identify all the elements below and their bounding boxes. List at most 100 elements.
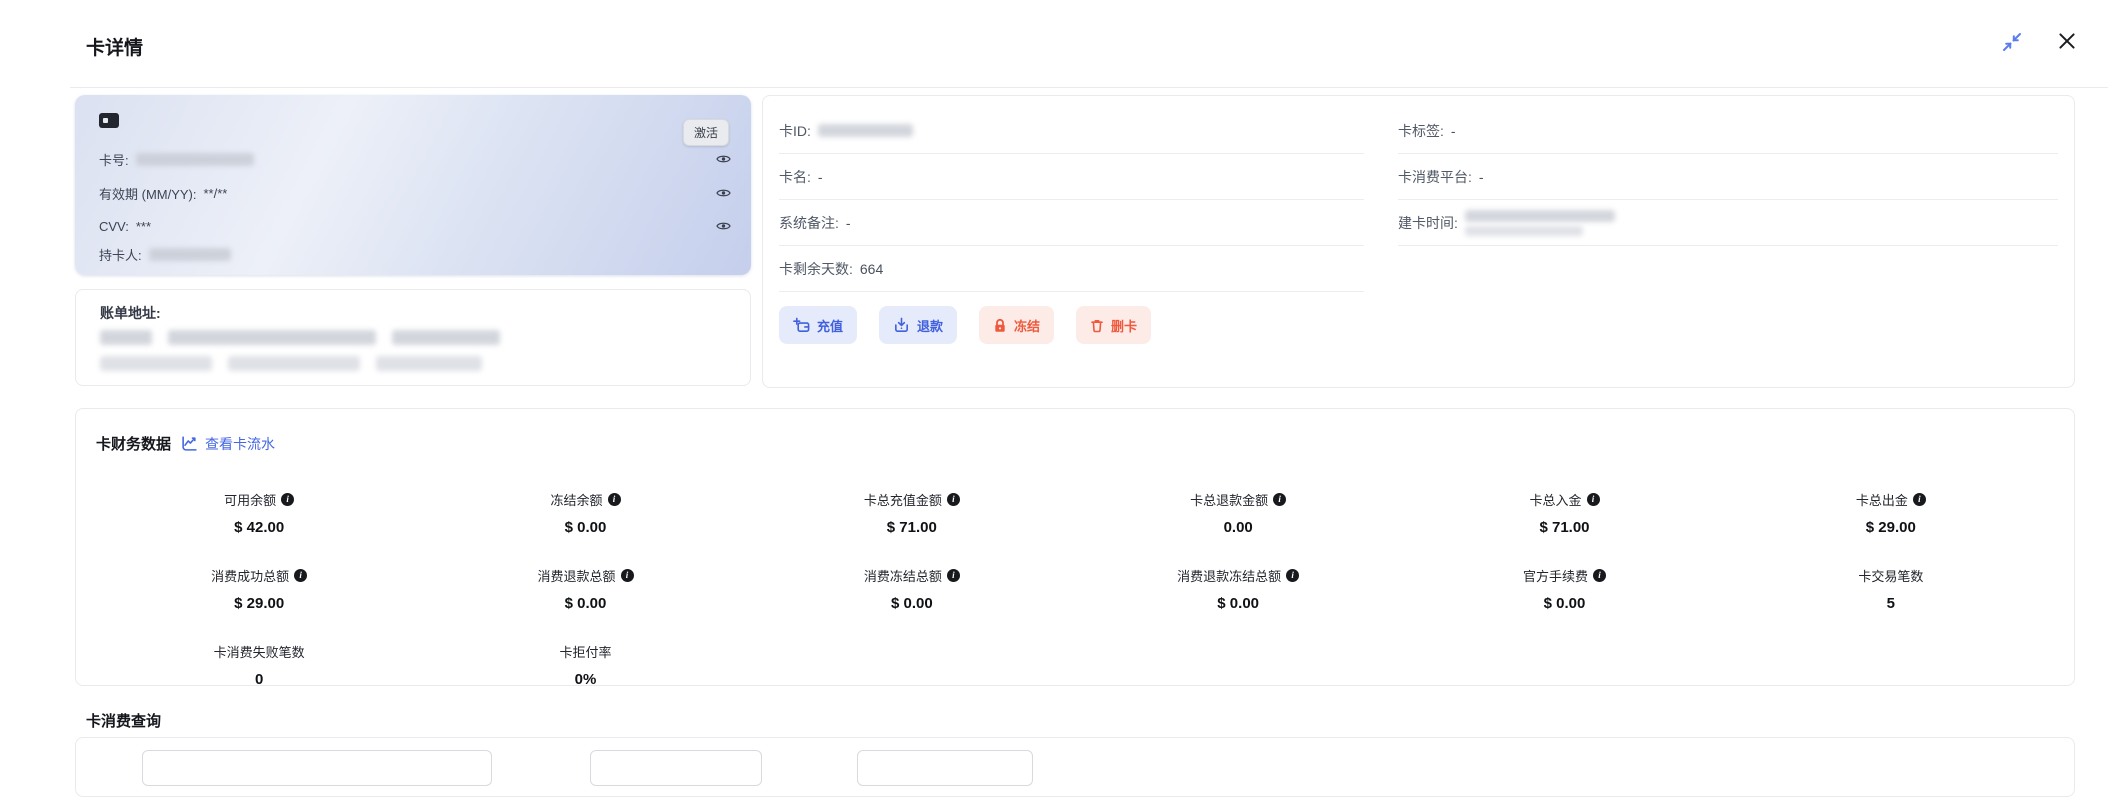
- view-card-flow-link[interactable]: 查看卡流水: [181, 434, 275, 454]
- metric-spend-refund-frozen-total: 消费退款冻结总额 i $ 0.00: [1075, 566, 1401, 612]
- masked-holder-name: [148, 247, 231, 261]
- trash-icon: [1090, 318, 1104, 333]
- field-days-remaining: 卡剩余天数: 664: [779, 246, 1364, 292]
- info-icon[interactable]: i: [1912, 493, 1926, 506]
- masked-address-line-2: [100, 356, 482, 371]
- metric-label: 卡总充值金额: [863, 493, 942, 508]
- collapse-button[interactable]: [2001, 31, 2023, 53]
- refund-wallet-icon: [893, 317, 910, 333]
- metric-total-recharge: 卡总充值金额 i $ 71.00: [749, 490, 1075, 536]
- card-name-value: -: [817, 168, 823, 185]
- metric-total-refund: 卡总退款金额 i 0.00: [1075, 490, 1401, 536]
- eye-icon: [716, 220, 731, 232]
- info-icon[interactable]: i: [281, 493, 295, 506]
- field-spend-platform: 卡消费平台: -: [1398, 154, 2058, 200]
- metric-official-fee: 官方手续费 i $ 0.00: [1401, 566, 1727, 612]
- metric-total-outflow: 卡总出金 i $ 29.00: [1728, 490, 2054, 536]
- expiry-label: 有效期 (MM/YY):: [99, 186, 197, 202]
- info-icon[interactable]: i: [620, 569, 634, 582]
- metric-label: 冻结余额: [550, 493, 603, 508]
- page-title: 卡详情: [86, 38, 144, 59]
- metric-label: 消费退款总额: [537, 569, 616, 584]
- metric-spend-frozen-total: 消费冻结总额 i $ 0.00: [749, 566, 1075, 612]
- metric-label: 官方手续费: [1522, 569, 1588, 584]
- masked-card-number: [135, 152, 254, 166]
- info-icon[interactable]: i: [1593, 569, 1606, 582]
- metric-label: 卡总出金: [1855, 493, 1908, 508]
- info-icon[interactable]: i: [946, 569, 960, 582]
- recharge-button[interactable]: 充值: [779, 306, 858, 344]
- metric-value: $ 29.00: [234, 595, 285, 612]
- masked-card-id: [817, 124, 913, 137]
- query-input-3[interactable]: [857, 750, 1033, 786]
- card-tag-value: -: [1450, 122, 1456, 139]
- field-card-tag: 卡标签: -: [1398, 108, 2058, 154]
- metric-label: 卡消费失败笔数: [213, 645, 305, 660]
- query-input-1[interactable]: [142, 750, 492, 786]
- card-number-row: 卡号:: [99, 149, 731, 169]
- metric-label: 卡总退款金额: [1190, 493, 1269, 508]
- card-chip-icon: [99, 113, 119, 128]
- metric-value: $ 0.00: [1543, 595, 1586, 612]
- finance-panel: 卡财务数据 查看卡流水 可用余额 i $ 42.00 冻结余额 i $ 0.00 卡…: [75, 408, 2075, 688]
- virtual-card: 激活 卡号: 有效期 (MM/YY): **/** CVV: *** 持卡人:: [75, 95, 751, 275]
- days-remaining-label: 卡剩余天数:: [779, 260, 853, 277]
- reveal-cvv-button[interactable]: [716, 220, 731, 232]
- metric-total-inflow: 卡总入金 i $ 71.00: [1401, 490, 1727, 536]
- card-number-label: 卡号:: [99, 152, 129, 168]
- card-expiry-row: 有效期 (MM/YY): **/**: [99, 183, 731, 203]
- metric-value: $ 71.00: [1539, 519, 1590, 536]
- metric-transaction-count: 卡交易笔数 5: [1728, 566, 2054, 612]
- metric-value: $ 0.00: [890, 595, 933, 612]
- days-remaining-value: 664: [859, 260, 884, 277]
- eye-icon: [716, 153, 731, 165]
- lock-icon: [993, 318, 1007, 333]
- info-icon[interactable]: i: [1586, 493, 1600, 506]
- freeze-label: 冻结: [1014, 318, 1041, 334]
- info-icon[interactable]: i: [294, 569, 308, 582]
- masked-address-line-1: [100, 330, 500, 345]
- reveal-card-number-button[interactable]: [716, 153, 731, 165]
- header-divider: [70, 87, 2108, 88]
- created-time-label: 建卡时间:: [1398, 214, 1458, 231]
- delete-card-button[interactable]: 删卡: [1076, 306, 1152, 344]
- refund-button[interactable]: 退款: [879, 306, 958, 344]
- query-section-title: 卡消费查询: [86, 713, 162, 730]
- freeze-button[interactable]: 冻结: [979, 306, 1055, 344]
- info-icon[interactable]: i: [1273, 493, 1287, 506]
- metric-available-balance: 可用余额 i $ 42.00: [96, 490, 422, 536]
- details-left-column: 卡ID: 卡名: - 系统备注: - 卡剩余天数: 664: [779, 108, 1364, 292]
- billing-address-label: 账单地址:: [100, 305, 161, 321]
- info-icon[interactable]: i: [1286, 569, 1300, 582]
- query-input-2[interactable]: [590, 750, 762, 786]
- metric-value: $ 29.00: [1865, 519, 1916, 536]
- cvv-label: CVV:: [99, 218, 129, 234]
- metric-spend-success-total: 消费成功总额 i $ 29.00: [96, 566, 422, 612]
- metric-value: 0: [254, 671, 264, 688]
- card-holder-row: 持卡人:: [99, 244, 731, 264]
- system-note-value: -: [845, 214, 851, 231]
- masked-created-time: [1464, 209, 1615, 236]
- field-card-id: 卡ID:: [779, 108, 1364, 154]
- recharge-wallet-icon: [793, 317, 810, 333]
- close-button[interactable]: [2056, 30, 2078, 52]
- info-icon[interactable]: i: [607, 493, 621, 506]
- metric-label: 可用余额: [224, 493, 277, 508]
- expiry-value: **/**: [203, 185, 228, 201]
- metric-value: 5: [1886, 595, 1895, 612]
- line-chart-icon: [181, 435, 198, 452]
- reveal-expiry-button[interactable]: [716, 187, 731, 199]
- field-card-name: 卡名: -: [779, 154, 1364, 200]
- metric-label: 消费冻结总额: [863, 569, 942, 584]
- cvv-value: ***: [135, 218, 152, 234]
- metric-value: $ 42.00: [234, 519, 285, 536]
- query-panel: [75, 737, 2075, 797]
- info-icon[interactable]: i: [946, 493, 960, 506]
- card-actions: 充值 退款 冻结 删卡: [779, 306, 2058, 344]
- metric-label: 卡拒付率: [559, 645, 612, 660]
- delete-card-label: 删卡: [1111, 318, 1138, 334]
- collapse-icon: [2001, 31, 2023, 53]
- spend-platform-value: -: [1478, 168, 1484, 185]
- finance-title: 卡财务数据: [96, 436, 172, 453]
- card-details-panel: 卡ID: 卡名: - 系统备注: - 卡剩余天数: 664 卡标签: - 卡消费…: [762, 95, 2075, 388]
